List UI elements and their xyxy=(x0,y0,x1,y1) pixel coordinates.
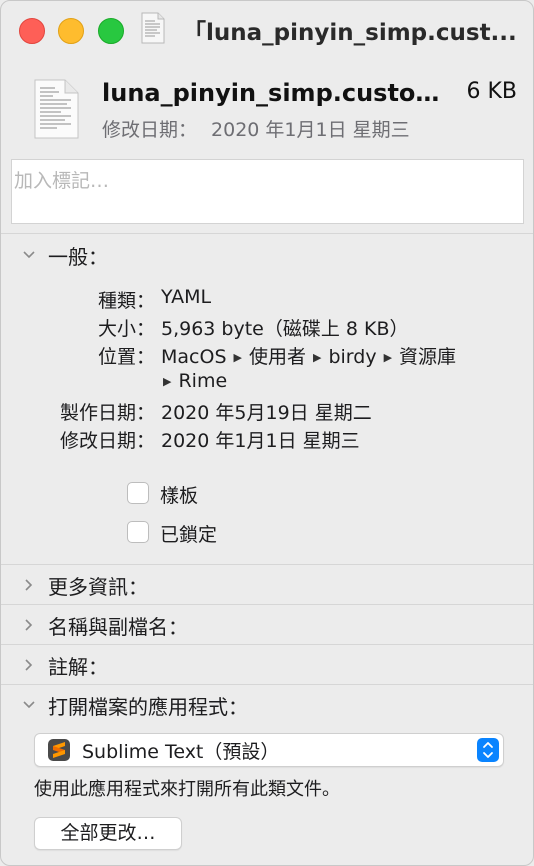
section-name-ext-toggle[interactable]: 名稱與副檔名： xyxy=(1,607,533,643)
path-arrow-icon: ▶ xyxy=(163,375,172,388)
created-label: 製作日期： xyxy=(59,402,155,424)
created-value: 2020 年5月19日 星期二 xyxy=(161,402,372,424)
section-comments-label: 註解： xyxy=(48,655,108,679)
chevron-right-icon xyxy=(25,579,33,591)
file-size: 6 KB xyxy=(466,79,517,104)
document-icon xyxy=(141,12,165,44)
stationery-label: 樣板 xyxy=(160,485,199,507)
locked-label: 已鎖定 xyxy=(160,524,218,546)
tags-placeholder: 加入標記… xyxy=(14,170,110,192)
section-general-toggle[interactable]: 一般： xyxy=(1,237,533,273)
section-more-info-label: 更多資訊： xyxy=(48,575,148,599)
window-title: 「luna_pinyin_simp.cust... xyxy=(183,20,517,46)
open-with-app-name: Sublime Text（預設） xyxy=(82,741,280,763)
info-window: 「luna_pinyin_simp.cust... luna_pinyin_si… xyxy=(0,0,534,866)
stationery-checkbox[interactable] xyxy=(127,482,149,504)
chevron-down-icon xyxy=(23,251,35,259)
open-with-description: 使用此應用程式來打開所有此類文件。 xyxy=(34,779,340,800)
chevron-down-icon xyxy=(23,701,35,709)
path-segment[interactable]: MacOS xyxy=(161,346,227,368)
close-button[interactable] xyxy=(19,18,45,44)
popup-stepper-icon xyxy=(477,738,499,762)
divider xyxy=(1,684,533,685)
zoom-button[interactable] xyxy=(98,18,124,44)
change-all-button[interactable]: 全部更改… xyxy=(34,817,182,850)
minimize-button[interactable] xyxy=(58,18,84,44)
path-segment[interactable]: birdy xyxy=(328,346,376,368)
section-more-info-toggle[interactable]: 更多資訊： xyxy=(1,567,533,603)
file-icon xyxy=(34,79,79,139)
path-line-2: ▶ Rime xyxy=(161,370,227,392)
path-line-1: MacOS ▶ 使用者 ▶ birdy ▶ 資源庫 xyxy=(161,342,456,369)
sublime-text-icon xyxy=(48,739,70,761)
open-with-popup[interactable]: Sublime Text（預設） xyxy=(34,733,504,767)
header-modified-label: 修改日期： xyxy=(102,119,198,141)
file-name: luna_pinyin_simp.custo... xyxy=(102,79,442,107)
modified-label: 修改日期： xyxy=(59,430,155,452)
kind-value: YAML xyxy=(161,286,212,308)
divider xyxy=(1,604,533,605)
path-arrow-icon: ▶ xyxy=(383,351,393,364)
size-label: 大小： xyxy=(97,318,155,340)
path-arrow-icon: ▶ xyxy=(312,351,322,364)
where-label: 位置： xyxy=(97,346,155,368)
modified-value: 2020 年1月1日 星期三 xyxy=(161,430,360,452)
path-segment[interactable]: 使用者 xyxy=(249,346,306,368)
size-value: 5,963 byte（磁碟上 8 KB） xyxy=(161,318,409,340)
title-bar: 「luna_pinyin_simp.cust... xyxy=(1,1,533,57)
path-segment[interactable]: 資源庫 xyxy=(399,346,456,368)
divider xyxy=(1,233,533,234)
section-name-ext-label: 名稱與副檔名： xyxy=(48,615,188,639)
header-modified-value: 2020 年1月1日 星期三 xyxy=(211,119,410,141)
section-open-with-label: 打開檔案的應用程式： xyxy=(48,695,248,719)
locked-checkbox[interactable] xyxy=(127,521,149,543)
kind-label: 種類： xyxy=(97,290,155,312)
path-arrow-icon: ▶ xyxy=(233,351,242,364)
section-open-with-toggle[interactable]: 打開檔案的應用程式： xyxy=(1,687,533,723)
chevron-right-icon xyxy=(25,659,33,671)
file-header: luna_pinyin_simp.custo... 6 KB 修改日期： 2020… xyxy=(1,57,533,147)
path-segment[interactable]: Rime xyxy=(178,370,227,392)
divider xyxy=(1,564,533,565)
header-modified: 修改日期： 2020 年1月1日 星期三 xyxy=(102,115,410,142)
section-comments-toggle[interactable]: 註解： xyxy=(1,647,533,683)
divider xyxy=(1,644,533,645)
section-general-label: 一般： xyxy=(48,245,108,269)
tags-input[interactable]: 加入標記… xyxy=(11,159,524,224)
chevron-right-icon xyxy=(25,619,33,631)
